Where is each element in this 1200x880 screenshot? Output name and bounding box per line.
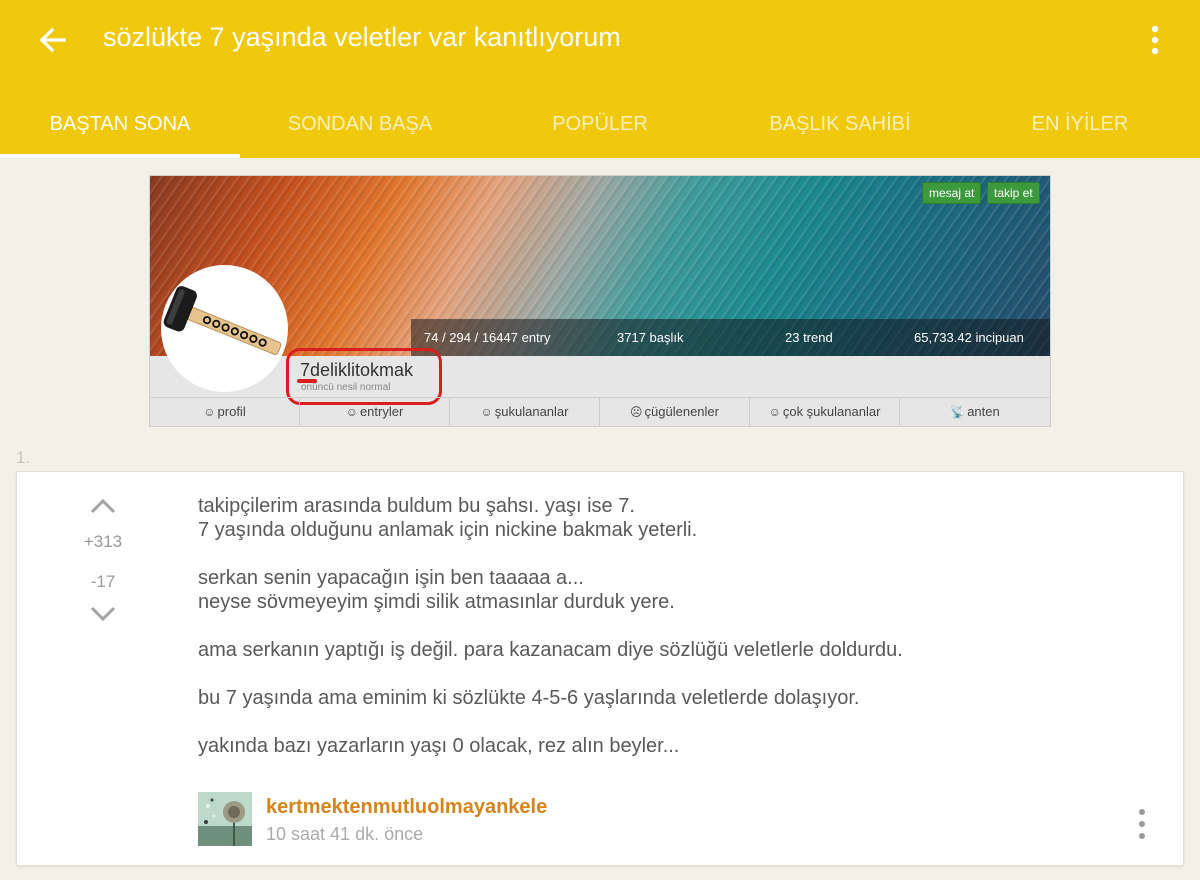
profile-nav-anten: 📡 anten	[900, 398, 1050, 426]
author-avatar[interactable]	[198, 792, 252, 846]
entry-line: ama serkanın yaptığı iş değil. para kaza…	[198, 639, 903, 661]
frown-icon: ☹	[630, 405, 643, 419]
entry-body: takipçilerim arasında buldum bu şahsı. y…	[198, 494, 1138, 758]
entry-paragraph: bu 7 yaşında ama eminim ki sözlükte 4-5-…	[198, 686, 1138, 710]
dandelion-avatar-icon	[198, 792, 252, 846]
smile-icon: ☺	[768, 405, 781, 419]
entry-paragraph: serkan senin yapacağın işin ben taaaaa a…	[198, 566, 1138, 614]
tab-en-iyiler[interactable]: EN İYİLER	[960, 92, 1200, 158]
profile-avatar	[161, 265, 288, 392]
app-bar: sözlükte 7 yaşında veletler var kanıtlıy…	[0, 0, 1200, 158]
mallet-icon	[163, 286, 282, 355]
entry-timestamp: 10 saat 41 dk. önce	[266, 824, 424, 844]
page-title: sözlükte 7 yaşında veletler var kanıtlıy…	[103, 22, 621, 52]
back-button[interactable]	[30, 20, 76, 60]
profile-nav-label: anten	[967, 404, 1000, 419]
chevron-up-icon	[90, 498, 116, 514]
stat-trends: 23 trend	[785, 330, 833, 345]
stat-topics: 3717 başlık	[617, 330, 684, 345]
entry-line: 7 yaşında olduğunu anlamak için nickine …	[198, 519, 698, 541]
profile-nav-profil: ☺ profil	[150, 398, 300, 426]
entry-line: yakında bazı yazarların yaşı 0 olacak, r…	[198, 735, 680, 757]
profile-screenshot: mesaj at takip et 74 / 294 / 16447 entry…	[149, 175, 1051, 427]
stat-entries: 74 / 294 / 16447 entry	[424, 330, 551, 345]
tab-sondan-basa[interactable]: SONDAN BAŞA	[240, 92, 480, 158]
entry-menu-button[interactable]	[1127, 804, 1157, 844]
entry-paragraph: takipçilerim arasında buldum bu şahsı. y…	[198, 494, 1138, 542]
profile-nav-label: profil	[217, 404, 246, 419]
entry-line: bu 7 yaşında ama eminim ki sözlükte 4-5-…	[198, 687, 860, 709]
profile-nav-label: şukulananlar	[494, 404, 569, 419]
smile-icon: ☺	[345, 405, 358, 419]
entry-line: neyse sövmeyeyim şimdi silik atmasınlar …	[198, 591, 675, 613]
upvote-button[interactable]	[88, 494, 118, 518]
overflow-menu-button[interactable]	[1138, 20, 1172, 60]
active-tab-indicator	[0, 154, 240, 158]
entry-line: serkan senin yapacağın işin ben taaaaa a…	[198, 567, 584, 589]
profile-nav: ☺ profil ☺ entryler ☺ şukulananlar ☹ çügülen…	[150, 397, 1050, 426]
chevron-down-icon	[90, 606, 116, 622]
profile-nav-entryler: ☺ entryler	[300, 398, 450, 426]
send-message-button: mesaj at	[922, 182, 982, 204]
more-vertical-icon	[1139, 809, 1145, 839]
satellite-icon: 📡	[950, 405, 966, 419]
entry-card: +313 -17 takipçilerim arasında buldum bu…	[16, 471, 1184, 866]
profile-stats-bar: 74 / 294 / 16447 entry 3717 başlık 23 tr…	[411, 319, 1050, 356]
profile-nav-sukulananlar: ☺ şukulananlar	[450, 398, 600, 426]
smile-icon: ☺	[480, 405, 493, 419]
profile-nav-cugulenenler: ☹ çügülenenler	[600, 398, 750, 426]
upvote-count: +313	[83, 532, 123, 551]
tab-baslik-sahibi[interactable]: BAŞLIK SAHİBİ	[720, 92, 960, 158]
downvote-count: -17	[90, 572, 116, 591]
profile-nav-label: entryler	[359, 404, 404, 419]
profile-nav-label: çügülenenler	[644, 404, 719, 419]
more-vertical-icon	[1151, 25, 1159, 55]
profile-nav-cok-sukulananlar: ☺ çok şukulananlar	[750, 398, 900, 426]
profile-nav-label: çok şukulananlar	[782, 404, 881, 419]
entry-paragraph: ama serkanın yaptığı iş değil. para kaza…	[198, 638, 1138, 662]
follow-button: takip et	[987, 182, 1040, 204]
downvote-button[interactable]	[88, 602, 118, 626]
stat-points: 65,733.42 incipuan	[914, 330, 1024, 345]
arrow-left-icon	[39, 27, 66, 53]
entry-paragraph: yakında bazı yazarların yaşı 0 olacak, r…	[198, 734, 1138, 758]
smile-icon: ☺	[203, 405, 216, 419]
entry-line: takipçilerim arasında buldum bu şahsı. y…	[198, 495, 635, 517]
tab-bastan-sona[interactable]: BAŞTAN SONA	[0, 92, 240, 158]
entry-index: 1.	[16, 448, 31, 467]
tab-bar: BAŞTAN SONA SONDAN BAŞA POPÜLER BAŞLIK S…	[0, 92, 1200, 158]
author-name[interactable]: kertmektenmutluolmayankele	[266, 796, 547, 819]
tab-populer[interactable]: POPÜLER	[480, 92, 720, 158]
